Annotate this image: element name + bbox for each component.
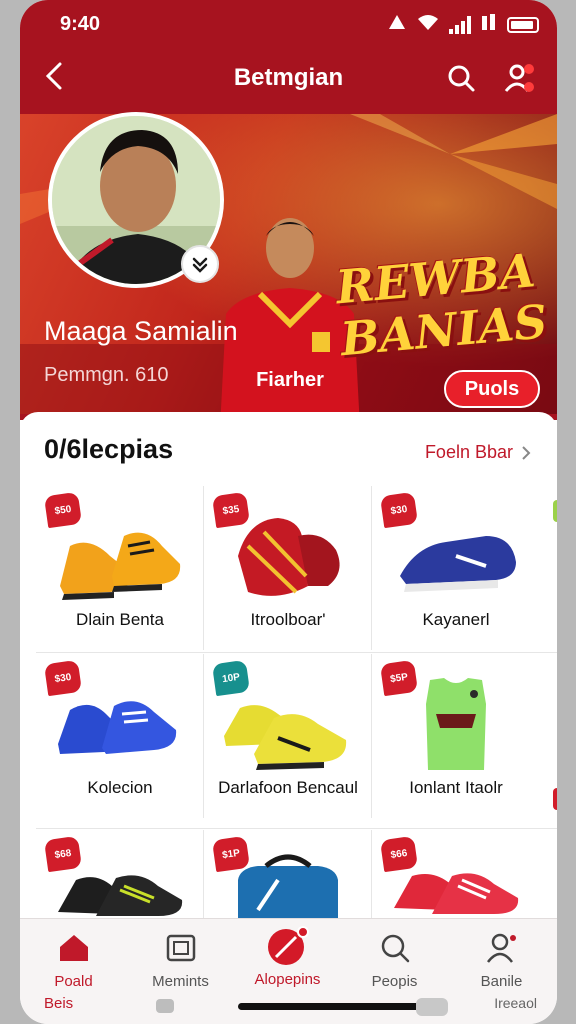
profile-icon bbox=[485, 931, 519, 965]
search-icon bbox=[378, 931, 412, 965]
tab-label: Poald bbox=[54, 973, 93, 990]
bag-blue-image bbox=[238, 854, 338, 920]
bag-red-image bbox=[238, 518, 340, 596]
profile-subtitle: Pemmgn. 610 bbox=[44, 364, 169, 386]
search-button[interactable] bbox=[441, 58, 481, 98]
nav-pill bbox=[156, 999, 174, 1013]
side-indicator bbox=[553, 788, 557, 810]
product-card[interactable]: $50 Dlain Benta bbox=[36, 486, 204, 650]
tab-label: Alopepins bbox=[254, 971, 321, 988]
product-card[interactable]: $35 Itroolboar' bbox=[204, 486, 372, 650]
tab-peopis[interactable]: Peopis bbox=[341, 927, 448, 991]
wifi-icon bbox=[417, 13, 439, 37]
tab-memints[interactable]: Memints bbox=[127, 927, 234, 991]
home-icon bbox=[57, 931, 91, 965]
user-alert-icon bbox=[504, 64, 534, 92]
nav-pill bbox=[416, 998, 448, 1016]
product-card[interactable]: $68 bbox=[36, 830, 204, 920]
bottom-navigation: Poald Memints Alopepins Peopis Banile Be… bbox=[20, 918, 557, 1024]
data-icon bbox=[481, 13, 497, 37]
shoe-black-image bbox=[58, 875, 183, 916]
promo-button[interactable]: Puols bbox=[444, 370, 540, 408]
product-section: 0/6lecpias Foeln Bbar $50 Dlain Benta $3… bbox=[20, 412, 557, 924]
status-icons bbox=[387, 13, 539, 37]
product-name: Darlafoon Bencaul bbox=[218, 778, 358, 797]
notification-icon bbox=[387, 13, 407, 37]
product-card[interactable]: $30 Kolecion bbox=[36, 654, 204, 818]
side-indicator bbox=[553, 500, 557, 522]
shoe-yellow-image bbox=[224, 705, 347, 770]
tab-label: Peopis bbox=[371, 973, 418, 990]
product-card[interactable]: $1P bbox=[204, 830, 372, 920]
product-name: Kayanerl bbox=[422, 610, 490, 629]
product-card[interactable]: $5P Ionlant Itaolr bbox=[372, 654, 540, 818]
tab-label: Banile bbox=[480, 973, 523, 990]
search-icon bbox=[448, 65, 475, 92]
gallery-icon bbox=[164, 931, 198, 965]
bottom-left-text: Beis bbox=[44, 995, 74, 1012]
tab-label: Memints bbox=[152, 973, 209, 990]
jersey-green-image bbox=[426, 678, 486, 770]
battery-icon bbox=[507, 17, 539, 33]
product-name: Kolecion bbox=[87, 778, 153, 797]
status-bar: 9:40 bbox=[20, 0, 557, 50]
shoe-blue-image bbox=[58, 701, 177, 760]
product-card[interactable]: $30 Kayanerl bbox=[372, 486, 540, 650]
verified-badge bbox=[181, 245, 219, 283]
product-name: Itroolboar' bbox=[250, 610, 326, 629]
signal-icon bbox=[449, 16, 471, 34]
account-button[interactable] bbox=[499, 58, 539, 98]
promo-title: REWBA BANIAS bbox=[333, 243, 550, 367]
product-name: Dlain Benta bbox=[76, 610, 164, 629]
product-card[interactable]: $66 bbox=[372, 830, 540, 920]
product-name: Ionlant Itaolr bbox=[409, 778, 503, 797]
shoe-orange-image bbox=[60, 532, 181, 600]
section-title: 0/6lecpias bbox=[44, 434, 174, 464]
product-card[interactable]: 10P Darlafoon Bencaul bbox=[204, 654, 372, 818]
row-divider bbox=[36, 652, 557, 653]
tab-alopepins[interactable]: Alopepins bbox=[234, 925, 341, 991]
row-divider bbox=[36, 828, 557, 829]
ball-icon bbox=[266, 925, 310, 969]
top-navbar: Betmgian bbox=[20, 52, 557, 102]
tab-banile[interactable]: Banile bbox=[448, 927, 555, 991]
see-all-link[interactable]: Foeln Bbar bbox=[425, 442, 531, 463]
phone-screen: 9:40 Betmgian Fiarher REWBA BANIAS Puols… bbox=[20, 0, 557, 1024]
bottom-right-text: Ireeaol bbox=[494, 995, 537, 1011]
shoe-red-image bbox=[394, 873, 519, 914]
see-all-label: Foeln Bbar bbox=[424, 442, 513, 462]
shoe-navy-image bbox=[400, 536, 516, 592]
chevron-right-icon bbox=[522, 445, 531, 460]
tab-home[interactable]: Poald bbox=[20, 927, 127, 991]
jersey-text: Fiarher bbox=[256, 369, 324, 391]
status-time: 9:40 bbox=[60, 13, 101, 35]
profile-name: Maaga Samialin bbox=[44, 316, 238, 346]
chevron-down-icon bbox=[192, 257, 208, 273]
